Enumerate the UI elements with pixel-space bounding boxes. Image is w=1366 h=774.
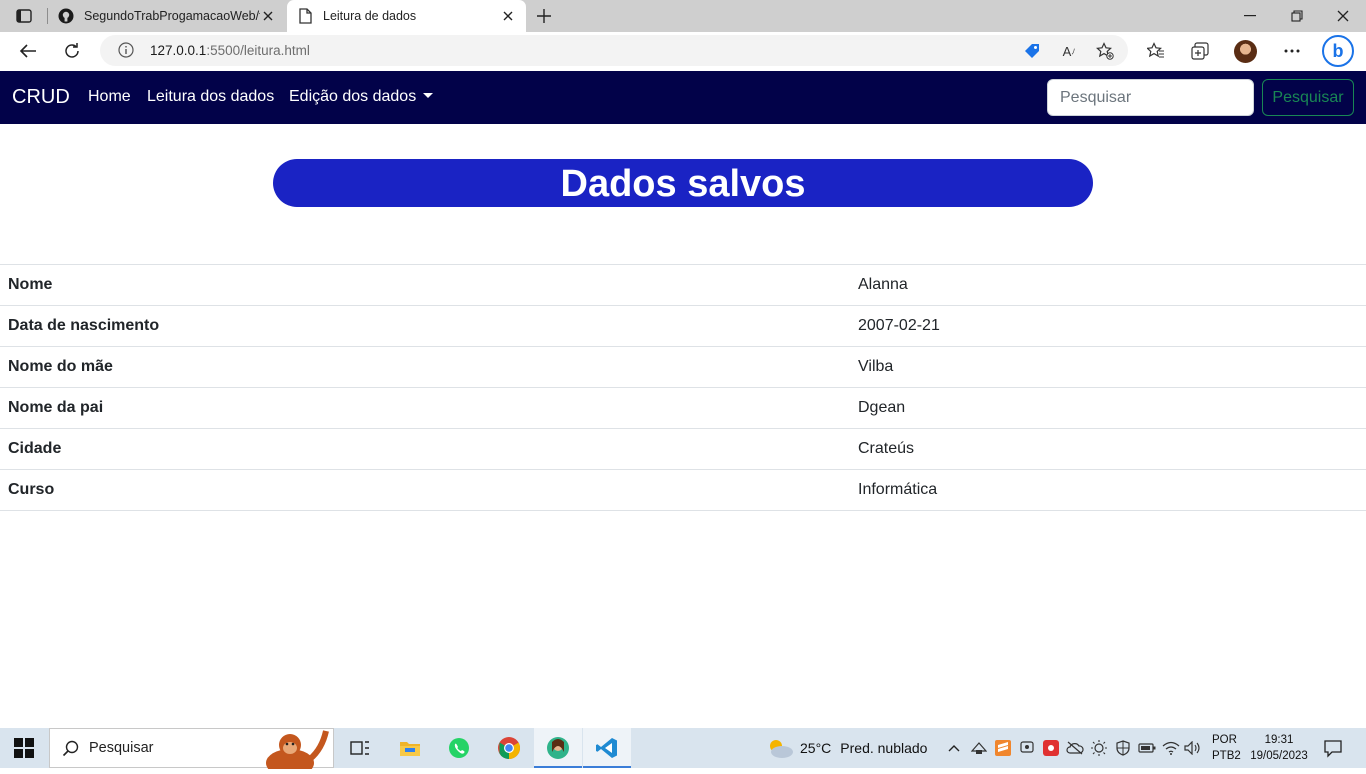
show-hidden-icons-chevron-up-icon[interactable] (945, 739, 963, 757)
add-favorite-icon[interactable] (1096, 42, 1114, 60)
more-options-icon[interactable] (1282, 41, 1302, 61)
tab-title: SegundoTrabProgamacaoWeb/te (84, 9, 260, 23)
wifi-icon[interactable] (1162, 739, 1180, 757)
site-navbar: CRUD Home Leitura dos dados Edição dos d… (0, 71, 1366, 124)
site-info-icon[interactable] (118, 42, 134, 58)
browser-tab-bar: SegundoTrabProgamacaoWeb/te Leitura de d… (0, 0, 1366, 32)
row-label: Cidade (8, 440, 62, 457)
close-tab-icon[interactable] (500, 8, 516, 24)
cloud-offline-icon[interactable] (1066, 739, 1084, 757)
nav-link-leitura[interactable]: Leitura dos dados (147, 88, 274, 106)
restore-icon[interactable] (1287, 6, 1307, 26)
minimize-icon[interactable] (1240, 6, 1260, 26)
close-tab-icon[interactable] (260, 8, 276, 24)
windows-taskbar: Pesquisar 25°C Pred. nublado POR PTB2 19… (0, 728, 1366, 774)
new-tab-icon[interactable] (534, 5, 554, 27)
table-row: Nome do mãe Vilba (0, 346, 1366, 388)
row-label: Curso (8, 481, 55, 498)
security-shield-icon[interactable] (1114, 739, 1132, 757)
navbar-search-input[interactable] (1047, 79, 1254, 116)
back-icon[interactable] (17, 40, 39, 62)
tab-github[interactable]: SegundoTrabProgamacaoWeb/te (50, 0, 286, 32)
table-row: Cidade Crateús (0, 428, 1366, 470)
taskbar-search-box[interactable]: Pesquisar (49, 728, 334, 774)
row-value: Informática (858, 481, 938, 498)
row-label: Nome da pai (8, 399, 104, 416)
browser-toolbar: 127.0.0.1:5500/leitura.html Aﾉ b (0, 32, 1366, 71)
file-explorer-icon[interactable] (386, 728, 434, 768)
notification-center-icon[interactable] (1323, 738, 1343, 758)
row-label: Nome (8, 276, 53, 293)
tray-app-icon[interactable] (970, 739, 988, 757)
weather-widget[interactable]: 25°C Pred. nublado (766, 737, 927, 759)
nav-dropdown-edicao[interactable]: Edição dos dados (289, 88, 434, 106)
bing-chat-icon[interactable]: b (1322, 35, 1354, 67)
close-window-icon[interactable] (1333, 6, 1353, 26)
tab-title: Leitura de dados (323, 9, 417, 23)
whatsapp-icon[interactable] (435, 728, 483, 768)
data-table: Nome Alanna Data de nascimento 2007-02-2… (0, 264, 1366, 511)
sublime-tray-icon[interactable] (994, 739, 1012, 757)
vscode-icon[interactable] (583, 728, 631, 768)
partly-cloudy-icon (766, 737, 794, 759)
url-text: 127.0.0.1:5500/leitura.html (150, 43, 310, 58)
shopping-tag-icon[interactable] (1023, 42, 1041, 60)
navbar-brand[interactable]: CRUD (12, 86, 70, 109)
battery-icon[interactable] (1138, 739, 1156, 757)
taskbar-clock[interactable]: 19:31 19/05/2023 (1247, 732, 1311, 764)
table-row: Curso Informática (0, 469, 1366, 511)
keyboard-layout: PTB2 (1212, 750, 1241, 762)
github-icon (58, 8, 74, 24)
tab-actions-icon[interactable] (10, 6, 38, 26)
red-app-tray-icon[interactable] (1042, 739, 1060, 757)
search-highlight-orangutan-icon (260, 729, 334, 774)
navbar-search-button[interactable]: Pesquisar (1262, 79, 1354, 116)
clock-date: 19/05/2023 (1250, 750, 1308, 762)
page-title: Dados salvos (273, 159, 1093, 207)
chrome-icon[interactable] (485, 728, 533, 768)
input-language-indicator[interactable]: POR PTB2 (1212, 732, 1241, 764)
nav-dropdown-label: Edição dos dados (289, 88, 417, 105)
taskbar-search-placeholder: Pesquisar (89, 740, 154, 756)
tab-leitura[interactable]: Leitura de dados (287, 0, 526, 32)
page-icon (297, 8, 313, 24)
weather-sun-tray-icon[interactable] (1090, 739, 1108, 757)
table-row: Data de nascimento 2007-02-21 (0, 305, 1366, 347)
collections-icon[interactable] (1190, 41, 1210, 61)
row-label: Data de nascimento (8, 317, 160, 334)
edge-profile-icon[interactable] (534, 728, 582, 768)
search-icon (62, 740, 80, 758)
camera-tray-icon[interactable] (1018, 739, 1036, 757)
row-label: Nome do mãe (8, 358, 113, 375)
language-code: POR (1212, 734, 1237, 746)
windows-start-icon[interactable] (14, 738, 34, 758)
reload-icon[interactable] (61, 40, 83, 62)
table-row: Nome Alanna (0, 264, 1366, 306)
volume-icon[interactable] (1184, 739, 1202, 757)
read-aloud-icon[interactable]: Aﾉ (1060, 42, 1078, 60)
clock-time: 19:31 (1264, 734, 1294, 746)
row-value: Dgean (858, 399, 906, 416)
address-bar[interactable]: 127.0.0.1:5500/leitura.html Aﾉ (100, 35, 1128, 66)
row-value: Crateús (858, 440, 915, 457)
favorites-icon[interactable] (1146, 41, 1166, 61)
row-value: Vilba (858, 358, 894, 375)
caret-down-icon (423, 93, 434, 98)
task-view-icon[interactable] (336, 728, 384, 768)
profile-avatar[interactable] (1234, 40, 1257, 63)
row-value: Alanna (858, 276, 908, 293)
weather-condition: Pred. nublado (840, 740, 928, 756)
nav-link-home[interactable]: Home (88, 88, 131, 106)
table-row: Nome da pai Dgean (0, 387, 1366, 429)
row-value: 2007-02-21 (858, 317, 940, 334)
weather-temperature: 25°C (800, 740, 832, 756)
tab-separator (47, 8, 48, 24)
